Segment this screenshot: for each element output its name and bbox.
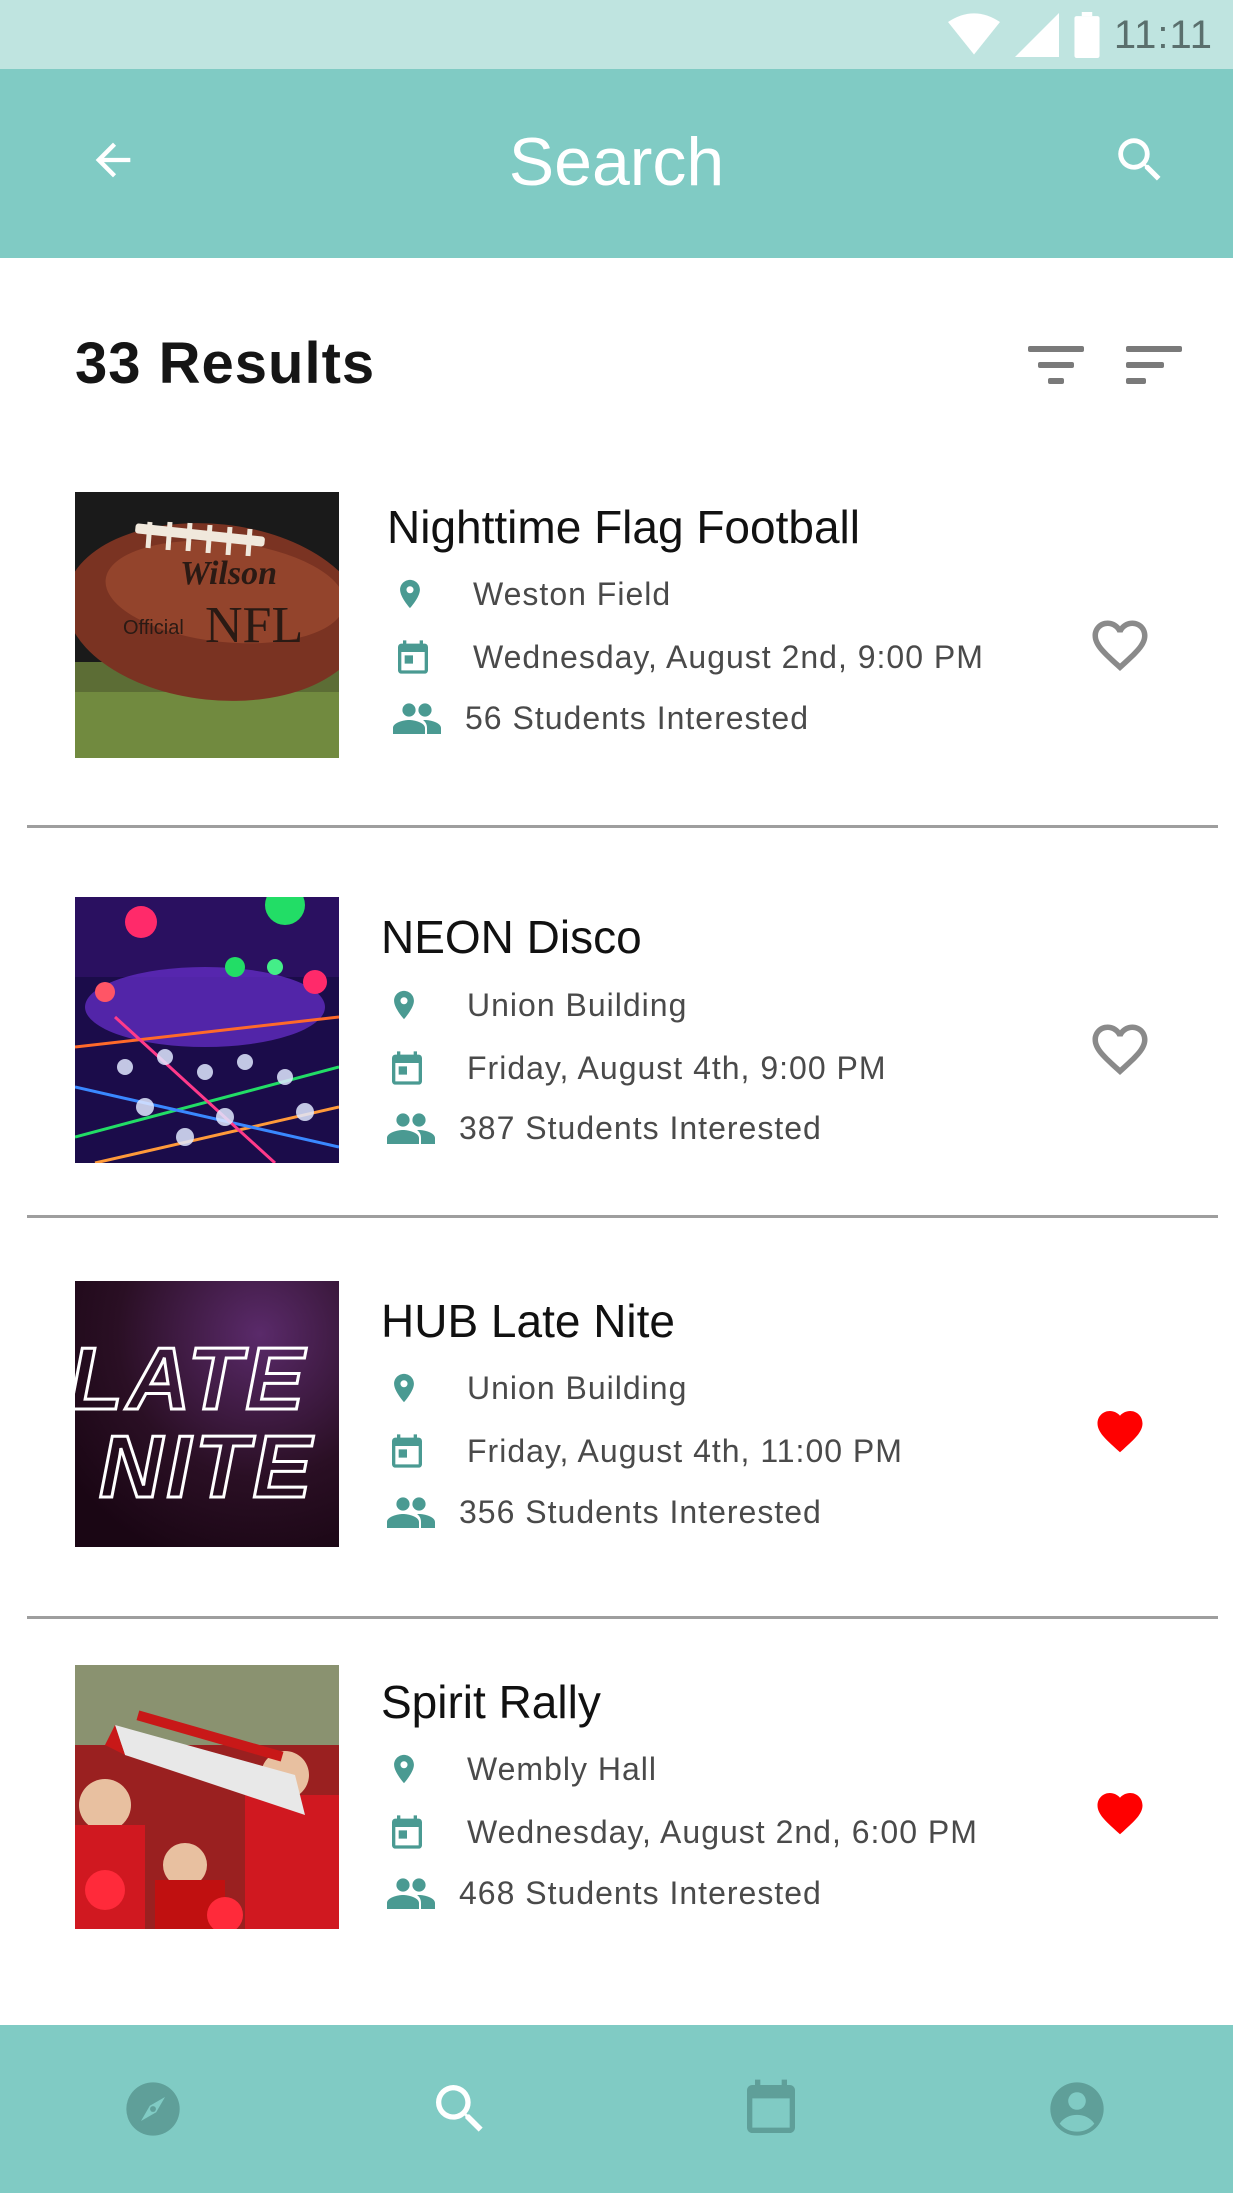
results-count: 33 Results	[75, 331, 376, 396]
search-icon	[436, 2085, 483, 2132]
event-location: Union Building	[467, 986, 688, 1023]
location-pin-icon	[387, 1747, 435, 1791]
event-date-row: Wednesday, August 2nd, 9:00 PM	[393, 635, 984, 679]
nav-search[interactable]	[420, 2069, 500, 2149]
people-icon	[387, 1871, 435, 1915]
calendar-icon	[387, 1810, 435, 1854]
event-interested-row: 387 Students Interested	[387, 1106, 822, 1150]
calendar-icon	[747, 2079, 795, 2133]
filter-icon	[1028, 346, 1084, 384]
football-league-text: NFL	[205, 597, 303, 654]
event-location: Union Building	[467, 1369, 688, 1406]
event-date-row: Friday, August 4th, 9:00 PM	[387, 1046, 887, 1090]
heart-filled-icon	[1097, 1793, 1143, 1835]
location-pin-icon	[393, 572, 441, 616]
favorite-button[interactable]	[1084, 1016, 1156, 1088]
late-nite-line2: NITE	[99, 1417, 315, 1516]
calendar-icon	[387, 1046, 435, 1090]
event-location: Weston Field	[473, 575, 672, 612]
event-interested: 56 Students Interested	[465, 699, 809, 736]
wifi-icon	[947, 13, 1000, 55]
event-name[interactable]: Spirit Rally	[381, 1675, 601, 1729]
battery-icon	[1074, 12, 1100, 58]
people-icon	[393, 696, 441, 740]
nav-calendar[interactable]	[731, 2069, 811, 2149]
event-thumbnail-spirit-rally	[75, 1665, 339, 1929]
location-pin-icon	[387, 1366, 435, 1410]
sort-icon	[1126, 346, 1182, 384]
event-location-row: Union Building	[387, 1366, 687, 1410]
late-nite-line1: LATE	[75, 1329, 308, 1428]
page-title: Search	[508, 124, 725, 200]
favorite-button[interactable]	[1084, 612, 1156, 684]
event-date: Friday, August 4th, 11:00 PM	[467, 1432, 903, 1469]
bottom-nav	[0, 2025, 1233, 2193]
event-interested-row: 468 Students Interested	[387, 1871, 822, 1915]
event-name[interactable]: NEON Disco	[381, 910, 642, 964]
event-interested-row: 356 Students Interested	[387, 1490, 822, 1534]
divider	[27, 1616, 1218, 1619]
status-bar: 11:11	[0, 0, 1233, 69]
event-thumbnail-late-nite: LATE NITE	[75, 1281, 339, 1547]
event-date: Wednesday, August 2nd, 6:00 PM	[467, 1813, 978, 1850]
event-thumbnail-football: Wilson NFL Official	[75, 492, 339, 758]
search-icon	[1118, 138, 1161, 181]
nav-explore[interactable]	[113, 2069, 193, 2149]
football-brand-text: Wilson	[180, 555, 277, 592]
event-interested-row: 56 Students Interested	[393, 696, 809, 740]
football-official-text: Official	[123, 617, 184, 639]
status-icons: 11:11	[947, 10, 1213, 60]
heart-filled-icon	[1097, 1411, 1143, 1453]
calendar-icon	[387, 1429, 435, 1473]
people-icon	[387, 1490, 435, 1534]
app-bar: Search	[0, 69, 1233, 258]
event-thumbnail-disco	[75, 897, 339, 1163]
event-interested: 387 Students Interested	[459, 1109, 822, 1146]
sort-button[interactable]	[1122, 338, 1186, 394]
search-button[interactable]	[1105, 125, 1175, 195]
event-date: Wednesday, August 2nd, 9:00 PM	[473, 638, 984, 675]
event-interested: 468 Students Interested	[459, 1874, 822, 1911]
calendar-icon	[393, 635, 441, 679]
event-location-row: Weston Field	[393, 572, 671, 616]
divider	[27, 825, 1218, 828]
event-date-row: Wednesday, August 2nd, 6:00 PM	[387, 1810, 978, 1854]
account-icon	[1050, 2082, 1104, 2136]
event-name[interactable]: Nighttime Flag Football	[387, 500, 860, 554]
filter-button[interactable]	[1024, 338, 1088, 394]
heart-outline-icon	[1092, 1024, 1148, 1075]
nav-profile[interactable]	[1037, 2069, 1117, 2149]
status-time: 11:11	[1113, 12, 1213, 57]
favorite-button[interactable]	[1084, 1393, 1156, 1465]
cell-signal-icon	[1014, 13, 1059, 57]
event-location-row: Union Building	[387, 983, 687, 1027]
divider	[27, 1215, 1218, 1218]
location-pin-icon	[387, 983, 435, 1027]
event-date-row: Friday, August 4th, 11:00 PM	[387, 1429, 903, 1473]
favorite-button[interactable]	[1084, 1775, 1156, 1847]
event-location-row: Wembly Hall	[387, 1747, 657, 1791]
heart-outline-icon	[1092, 620, 1148, 671]
event-date: Friday, August 4th, 9:00 PM	[467, 1049, 887, 1086]
event-interested: 356 Students Interested	[459, 1493, 822, 1530]
people-icon	[387, 1106, 435, 1150]
event-location: Wembly Hall	[467, 1750, 657, 1787]
event-name[interactable]: HUB Late Nite	[381, 1294, 675, 1348]
compass-icon	[126, 2082, 180, 2136]
